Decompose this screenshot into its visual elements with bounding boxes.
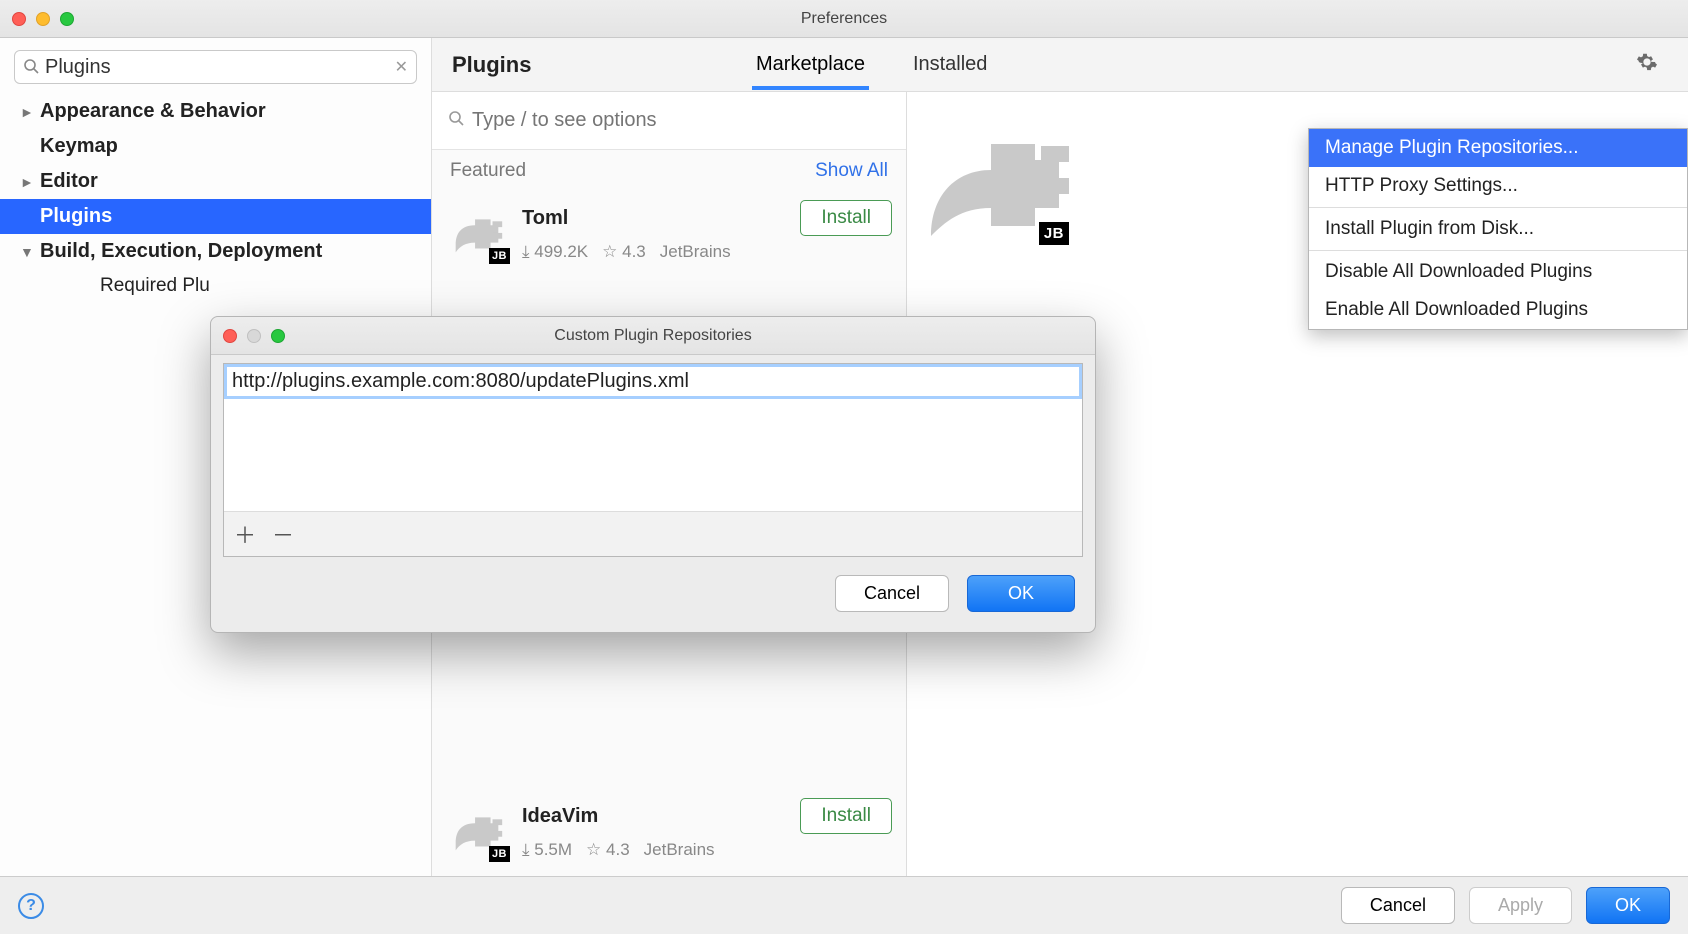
plugin-row-toml[interactable]: JB Toml Install 499.2K 4.3 JetBrains	[432, 190, 906, 278]
chevron-right-icon: ►	[20, 104, 38, 120]
repository-list-toolbar: ＋ －	[224, 511, 1082, 556]
repository-url-input[interactable]	[224, 364, 1082, 399]
window-titlebar: Preferences	[0, 0, 1688, 38]
plugin-icon: JB	[446, 798, 508, 860]
repository-list-empty-space	[224, 399, 1082, 511]
featured-label: Featured	[450, 160, 526, 182]
chevron-right-icon: ►	[20, 174, 38, 190]
plugin-meta: 499.2K 4.3 JetBrains	[522, 242, 892, 262]
show-all-link[interactable]: Show All	[815, 160, 888, 182]
sidebar-item-label: Build, Execution, Deployment	[40, 240, 322, 263]
menu-item-install-from-disk[interactable]: Install Plugin from Disk...	[1309, 210, 1687, 248]
menu-item-manage-repos[interactable]: Manage Plugin Repositories...	[1309, 129, 1687, 167]
gear-menu: Manage Plugin Repositories... HTTP Proxy…	[1308, 128, 1688, 330]
plugin-meta: 5.5M 4.3 JetBrains	[522, 840, 892, 860]
sidebar-item-appearance[interactable]: ► Appearance & Behavior	[0, 94, 431, 129]
download-count: 5.5M	[522, 840, 572, 860]
download-count: 499.2K	[522, 242, 588, 262]
repository-list: ＋ －	[223, 363, 1083, 557]
sidebar-item-label: Plugins	[40, 205, 112, 228]
menu-item-disable-all[interactable]: Disable All Downloaded Plugins	[1309, 253, 1687, 291]
rating: 4.3	[602, 242, 646, 262]
dialog-title: Custom Plugin Repositories	[211, 327, 1095, 345]
dialog-ok-button[interactable]: OK	[967, 575, 1075, 612]
custom-repositories-dialog: Custom Plugin Repositories ＋ － Cancel OK	[210, 316, 1096, 633]
page-title: Plugins	[432, 52, 752, 78]
jetbrains-badge-icon: JB	[489, 248, 510, 264]
menu-item-http-proxy[interactable]: HTTP Proxy Settings...	[1309, 167, 1687, 205]
dialog-cancel-button[interactable]: Cancel	[835, 575, 949, 612]
tab-installed[interactable]: Installed	[909, 39, 992, 90]
install-button[interactable]: Install	[800, 798, 892, 834]
menu-item-enable-all[interactable]: Enable All Downloaded Plugins	[1309, 291, 1687, 329]
sidebar-item-plugins[interactable]: ► Plugins	[0, 199, 431, 234]
sidebar-item-required-plugins[interactable]: ► Required Plu	[60, 269, 431, 303]
cancel-button[interactable]: Cancel	[1341, 887, 1455, 924]
plugin-row-ideavim[interactable]: JB IdeaVim Install 5.5M 4.3 JetBrains	[432, 788, 906, 876]
search-icon	[448, 110, 464, 131]
vendor: JetBrains	[660, 242, 731, 262]
search-icon	[23, 58, 39, 77]
vendor: JetBrains	[644, 840, 715, 860]
jetbrains-badge-icon: JB	[489, 846, 510, 862]
window-title: Preferences	[0, 10, 1688, 28]
plugin-search-input[interactable]	[472, 109, 890, 132]
remove-icon[interactable]: －	[272, 518, 292, 550]
sidebar-item-editor[interactable]: ► Editor	[0, 164, 431, 199]
ok-button[interactable]: OK	[1586, 887, 1670, 924]
sidebar-item-keymap[interactable]: ► Keymap	[0, 129, 431, 164]
menu-separator	[1309, 207, 1687, 208]
sidebar-item-label: Required Plu	[100, 275, 210, 297]
gear-icon[interactable]	[1636, 53, 1658, 78]
apply-button: Apply	[1469, 887, 1572, 924]
plugin-large-icon: JB	[917, 96, 1077, 249]
sidebar-search-input[interactable]	[45, 56, 395, 79]
plugin-name: IdeaVim	[522, 805, 598, 828]
jetbrains-badge-icon: JB	[1039, 222, 1069, 245]
dialog-titlebar: Custom Plugin Repositories	[211, 317, 1095, 355]
chevron-down-icon: ▼	[20, 244, 38, 260]
sidebar-item-label: Keymap	[40, 135, 118, 158]
tab-marketplace[interactable]: Marketplace	[752, 39, 869, 90]
plugin-name: Toml	[522, 207, 568, 230]
plugin-icon: JB	[446, 200, 508, 262]
menu-separator	[1309, 250, 1687, 251]
sidebar-item-label: Appearance & Behavior	[40, 100, 266, 123]
add-icon[interactable]: ＋	[234, 518, 254, 550]
sidebar-search[interactable]: ✕	[14, 50, 417, 84]
sidebar-item-build[interactable]: ▼ Build, Execution, Deployment	[0, 234, 431, 269]
rating: 4.3	[586, 840, 630, 860]
sidebar-item-label: Editor	[40, 170, 98, 193]
clear-search-icon[interactable]: ✕	[395, 57, 408, 77]
install-button[interactable]: Install	[800, 200, 892, 236]
bottom-bar: ? Cancel Apply OK	[0, 876, 1688, 934]
plugin-search[interactable]	[432, 92, 906, 150]
help-button[interactable]: ?	[18, 893, 44, 919]
